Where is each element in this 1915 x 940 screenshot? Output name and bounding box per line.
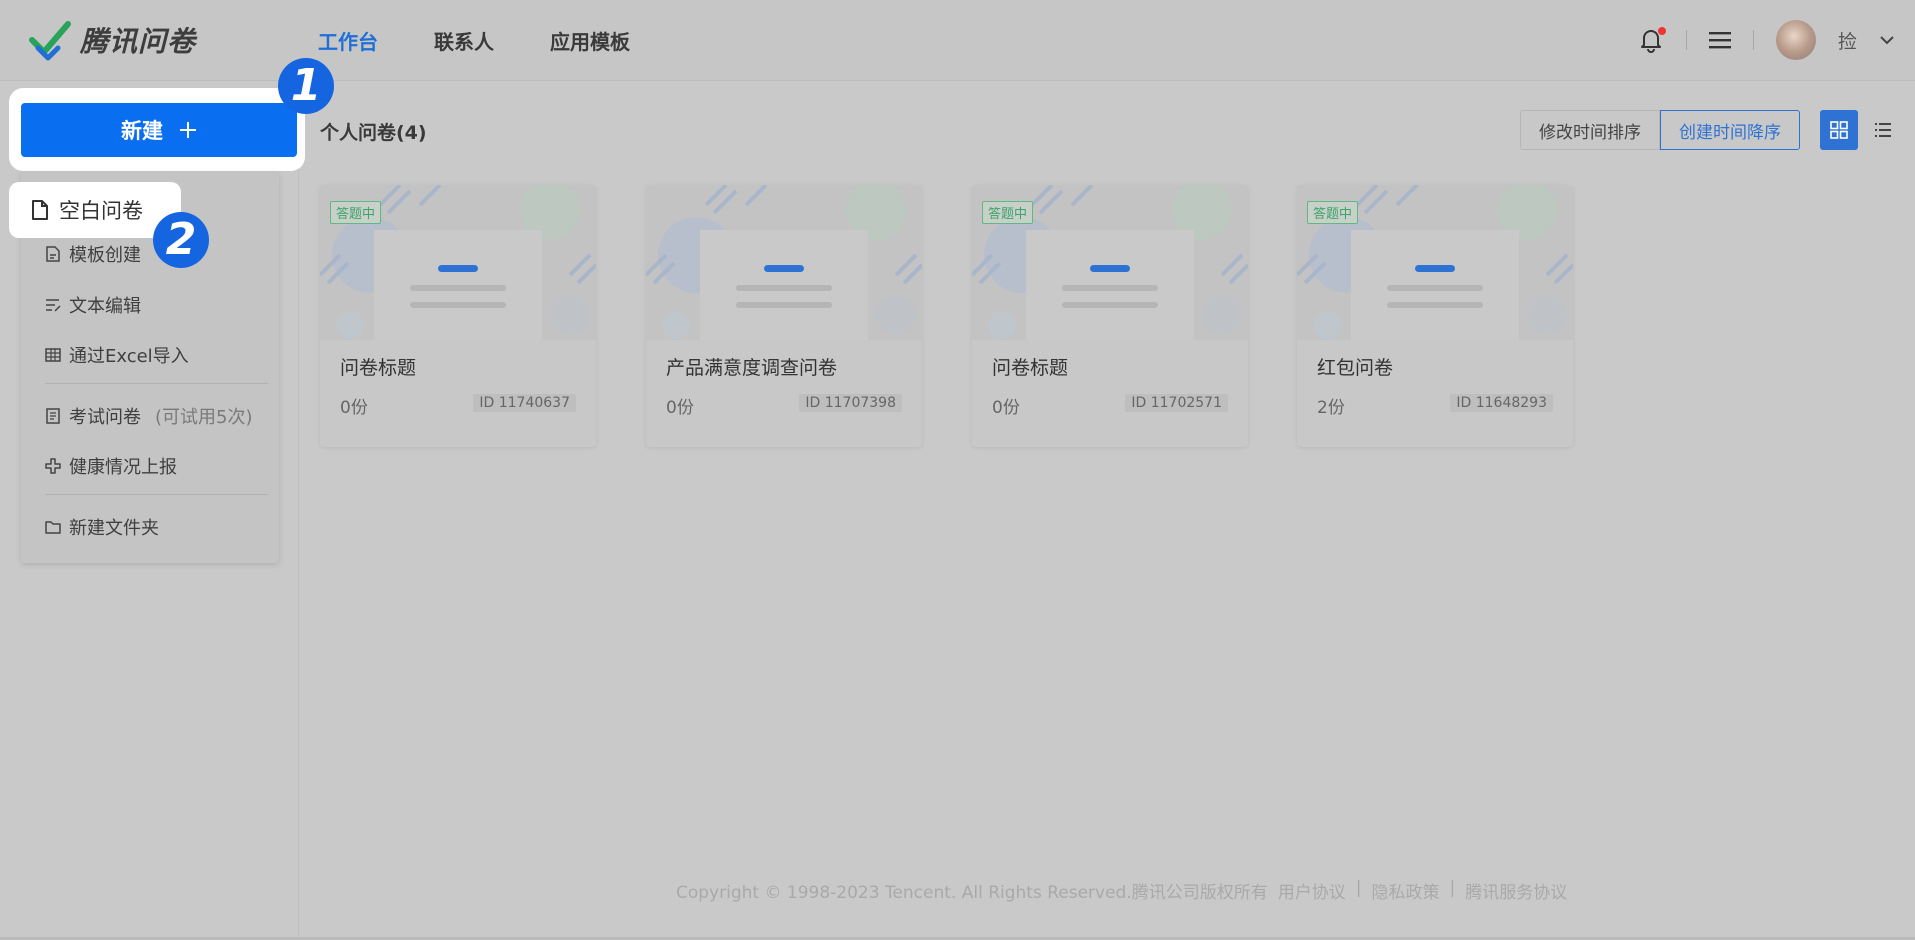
survey-id: ID 11648293 [1450, 394, 1553, 412]
exam-trial-hint: (可试用5次) [155, 407, 253, 428]
survey-thumbnail [646, 185, 922, 340]
new-button[interactable]: 新建 [21, 103, 297, 157]
survey-title[interactable]: 红包问卷 [1317, 353, 1393, 380]
menu-item-new-folder[interactable]: 新建文件夹 [45, 514, 159, 540]
status-badge: 答题中 [330, 201, 382, 224]
footer-separator: | [1355, 878, 1362, 898]
survey-thumbnail: 答题中 [320, 185, 596, 340]
menu-item-exam[interactable]: 考试问卷 (可试用5次) [45, 403, 253, 429]
menu-item-template[interactable]: 模板创建 [45, 241, 141, 267]
list-icon [1875, 123, 1891, 137]
folder-icon [45, 521, 61, 534]
header-divider [1685, 30, 1687, 50]
grid-view-button[interactable] [1820, 110, 1858, 150]
new-button-label: 新建 [121, 119, 163, 143]
user-name[interactable]: 捡 [1838, 27, 1857, 54]
status-badge: 答题中 [982, 201, 1034, 224]
survey-card[interactable]: 答题中 问卷标题 0份 ID 11702571 [972, 185, 1248, 447]
sort-by-created-desc-button[interactable]: 创建时间降序 [1660, 110, 1800, 150]
menu-item-template-label: 模板创建 [69, 245, 141, 266]
copyright-text: Copyright © 1998-2023 Tencent. All Right… [676, 883, 1268, 903]
survey-card[interactable]: 答题中 红包问卷 2份 ID 11648293 [1297, 185, 1573, 447]
plus-icon [180, 122, 196, 138]
status-badge: 答题中 [1307, 201, 1359, 224]
survey-card[interactable]: 产品满意度调查问卷 0份 ID 11707398 [646, 185, 922, 447]
logo[interactable]: 腾讯问卷 [28, 18, 196, 62]
survey-id: ID 11702571 [1125, 394, 1228, 412]
response-count: 0份 [666, 398, 694, 418]
chevron-down-icon[interactable] [1879, 34, 1895, 46]
nav-contacts[interactable]: 联系人 [434, 26, 494, 55]
survey-thumbnail-illustration [646, 185, 922, 340]
survey-id: ID 11740637 [473, 394, 576, 412]
survey-thumbnail: 答题中 [1297, 185, 1573, 340]
menu-item-excel-import[interactable]: 通过Excel导入 [45, 342, 189, 368]
survey-title[interactable]: 产品满意度调查问卷 [666, 353, 837, 380]
template-doc-icon [46, 246, 60, 262]
menu-item-exam-label: 考试问卷 [69, 407, 141, 428]
section-title: 个人问卷(4) [320, 122, 427, 144]
header-actions: 捡 [1638, 20, 1895, 60]
notification-dot [1657, 27, 1666, 35]
footer-link-privacy[interactable]: 隐私政策 [1372, 878, 1440, 903]
footer-link-service-agreement[interactable]: 腾讯服务协议 [1465, 878, 1567, 903]
survey-card[interactable]: 答题中 问卷标题 0份 ID 11740637 [320, 185, 596, 447]
footer: Copyright © 1998-2023 Tencent. All Right… [676, 878, 1567, 903]
response-count: 0份 [340, 398, 368, 418]
header-divider [1752, 30, 1754, 50]
menu-item-health-report[interactable]: 健康情况上报 [45, 453, 177, 479]
main-nav: 工作台 联系人 应用模板 [318, 26, 630, 55]
menu-item-text-edit-label: 文本编辑 [69, 296, 141, 317]
nav-workbench[interactable]: 工作台 [318, 26, 378, 55]
survey-id: ID 11707398 [799, 394, 902, 412]
list-view-button[interactable] [1864, 110, 1902, 150]
document-icon [32, 200, 48, 220]
user-avatar[interactable] [1775, 20, 1816, 60]
logo-check-icon [29, 21, 71, 61]
menu-item-health-label: 健康情况上报 [69, 457, 177, 478]
footer-separator: | [1449, 878, 1456, 898]
hamburger-menu-icon[interactable] [1708, 31, 1731, 49]
response-count: 2份 [1317, 398, 1345, 418]
notification-bell-icon[interactable] [1638, 27, 1666, 53]
step-badge-1: 1 [278, 58, 334, 114]
footer-link-user-agreement[interactable]: 用户协议 [1278, 878, 1346, 903]
exam-icon [46, 408, 60, 424]
survey-title[interactable]: 问卷标题 [992, 353, 1068, 380]
menu-divider [45, 383, 268, 384]
view-mode-toggle [1820, 110, 1902, 150]
menu-item-text-edit[interactable]: 文本编辑 [45, 292, 141, 318]
step-badge-2: 2 [153, 212, 209, 268]
menu-divider [45, 494, 268, 495]
grid-icon [1830, 121, 1848, 139]
nav-app-templates[interactable]: 应用模板 [550, 26, 630, 55]
survey-title[interactable]: 问卷标题 [340, 353, 416, 380]
logo-text: 腾讯问卷 [80, 25, 197, 58]
table-icon [45, 348, 61, 362]
menu-item-new-folder-label: 新建文件夹 [69, 518, 159, 539]
menu-item-blank-label: 空白问卷 [59, 199, 143, 223]
text-edit-icon [46, 299, 61, 312]
health-cross-icon [45, 458, 61, 474]
menu-item-excel-label: 通过Excel导入 [69, 346, 189, 367]
survey-thumbnail: 答题中 [972, 185, 1248, 340]
sort-toggle-group: 修改时间排序 创建时间降序 [1520, 110, 1800, 150]
sort-by-modified-button[interactable]: 修改时间排序 [1520, 110, 1660, 150]
response-count: 0份 [992, 398, 1020, 418]
